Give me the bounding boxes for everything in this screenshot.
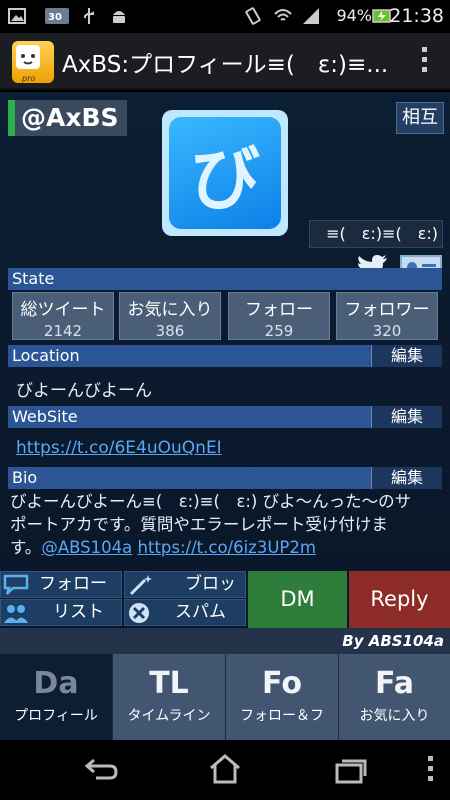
list-label: リスト — [53, 602, 104, 622]
overflow-menu-icon[interactable] — [422, 47, 428, 77]
byline: By ABS104a — [0, 628, 450, 654]
follow-label: フォロー — [39, 574, 107, 594]
dm-button[interactable]: DM — [248, 571, 347, 628]
stat-value: 320 — [372, 322, 402, 340]
tab-label: タイムライン — [127, 708, 211, 724]
magic-wand-icon — [129, 575, 152, 596]
section-website: WebSite 編集 — [8, 406, 442, 428]
tab-label: プロフィール — [14, 708, 98, 724]
bio-text: びよーんびよーん≡( ε:)≡( ε:) びよ～んった～のサ ポートアカです。質… — [10, 490, 440, 559]
stat-label: 総ツイート — [20, 300, 106, 320]
section-state-label: State — [12, 269, 55, 288]
tab-abbr: Da — [33, 666, 79, 701]
home-icon[interactable] — [208, 754, 242, 784]
tab-label: フォロー＆フ — [240, 708, 324, 724]
tab-follow[interactable]: Fo フォロー＆フ — [226, 654, 339, 740]
status-bar: 30 94% 21:38 — [0, 0, 450, 33]
list-button[interactable]: リスト — [0, 599, 122, 626]
reply-button[interactable]: Reply — [349, 571, 450, 628]
stat-following[interactable]: フォロー 259 — [228, 292, 330, 340]
edit-website-button[interactable]: 編集 — [371, 406, 442, 428]
website-link[interactable]: https://t.co/6E4uOuQnEI — [16, 438, 222, 458]
navigation-bar — [0, 740, 450, 800]
avatar[interactable]: び — [162, 110, 288, 236]
block-button[interactable]: ブロック — [124, 571, 246, 619]
edit-location-button[interactable]: 編集 — [371, 345, 442, 367]
spam-label: スパム — [175, 602, 226, 622]
tab-profile[interactable]: Da プロフィール — [0, 654, 113, 740]
app-logo[interactable]: pro — [12, 41, 54, 83]
stat-label: フォロー — [245, 300, 313, 320]
users-icon — [4, 605, 28, 623]
action-bar: pro AxBS:プロフィール≡( ε:)≡... — [0, 33, 450, 90]
stat-tweets[interactable]: 総ツイート 2142 — [12, 292, 114, 340]
stat-label: お気に入り — [127, 300, 213, 320]
section-state: State — [8, 268, 442, 290]
section-website-label: WebSite — [12, 407, 78, 426]
stat-value: 259 — [264, 322, 294, 340]
notification-badge: 30 — [48, 12, 62, 23]
relationship-button[interactable]: 相互 — [396, 102, 444, 134]
bio-line: す。@ABS104a https://t.co/6iz3UP2m — [10, 536, 440, 559]
android-icon — [113, 11, 125, 23]
tab-label: お気に入り — [359, 708, 430, 724]
bio-mention-link[interactable]: @ABS104a — [41, 538, 132, 557]
tab-favorites[interactable]: Fa お気に入り — [339, 654, 450, 740]
bio-url-link[interactable]: https://t.co/6iz3UP2m — [138, 538, 316, 557]
follow-button[interactable]: フォロー — [0, 571, 122, 598]
stat-value: 2142 — [43, 322, 83, 340]
usb-icon — [84, 8, 94, 24]
battery-percent: 94% — [336, 6, 372, 25]
location-text: びよーんびよーん — [16, 381, 152, 401]
signal-icon — [303, 8, 319, 24]
spam-button[interactable]: スパム — [124, 599, 246, 626]
section-bio-label: Bio — [12, 468, 38, 487]
tab-abbr: Fo — [262, 666, 302, 701]
stat-value: 386 — [155, 322, 185, 340]
bottom-tabs: Da プロフィール TL タイムライン Fo フォロー＆フ Fa お気に入り — [0, 654, 450, 740]
wifi-icon — [274, 9, 292, 21]
stat-followers[interactable]: フォロワー 320 — [336, 292, 438, 340]
image-notification-icon — [8, 8, 26, 24]
section-location: Location 編集 — [8, 345, 442, 367]
tab-timeline[interactable]: TL タイムライン — [113, 654, 226, 740]
bio-line: びよーんびよーん≡( ε:)≡( ε:) びよ～んった～のサ — [10, 492, 412, 511]
bio-line: ポートアカです。質問やエラーレポート受け付けま — [10, 515, 388, 534]
user-nickname: ≡( ε:)≡( ε:) — [309, 220, 443, 248]
avatar-glyph: び — [169, 117, 281, 229]
speech-bubble-icon — [3, 574, 29, 595]
vibrate-icon — [245, 7, 261, 25]
stat-label: フォロワー — [344, 300, 430, 320]
svg-text:pro: pro — [21, 74, 35, 83]
menu-icon[interactable] — [428, 756, 434, 781]
screen-name: @AxBS — [8, 100, 127, 136]
tab-abbr: TL — [149, 666, 189, 701]
recent-apps-icon[interactable] — [334, 758, 368, 784]
back-icon[interactable] — [84, 758, 118, 782]
app-logo-icon: pro — [16, 45, 40, 83]
page-title: AxBS:プロフィール≡( ε:)≡... — [62, 52, 389, 78]
cross-circle-icon — [129, 603, 149, 623]
bio-line-prefix: す。 — [10, 538, 42, 557]
stat-favorites[interactable]: お気に入り 386 — [119, 292, 221, 340]
section-location-label: Location — [12, 346, 80, 365]
tab-abbr: Fa — [375, 666, 414, 701]
clock: 21:38 — [389, 5, 444, 27]
section-bio: Bio 編集 — [8, 467, 442, 489]
edit-bio-button[interactable]: 編集 — [371, 467, 442, 489]
